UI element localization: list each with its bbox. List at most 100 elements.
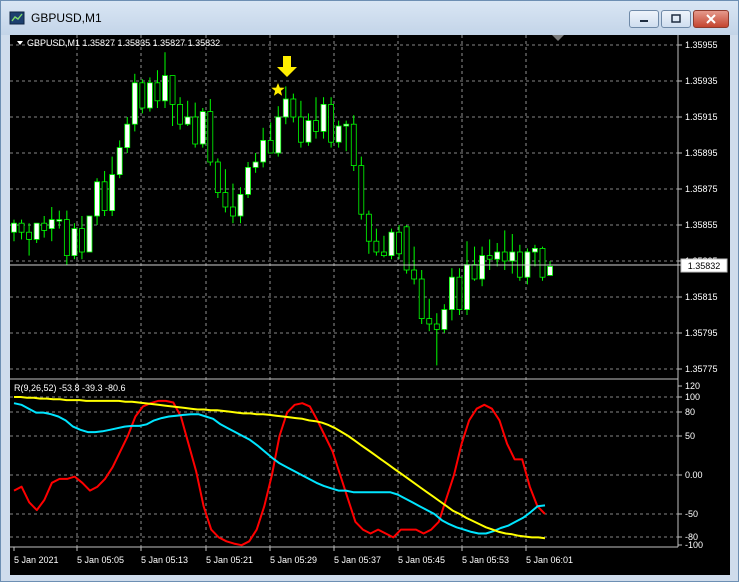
- candle: [290, 93, 297, 123]
- chart-area[interactable]: 1.35955 1.35935 1.35915 1.35895 1.35875 1.358…: [10, 35, 730, 575]
- price-label: 1.35895: [685, 148, 718, 158]
- current-price-label: 1.35832: [688, 261, 721, 271]
- candle-body: [403, 226, 410, 271]
- candle-body: [494, 251, 501, 260]
- candle: [86, 215, 93, 253]
- candle-body: [448, 276, 455, 310]
- candle: [207, 99, 214, 166]
- candle: [116, 140, 123, 179]
- indicator-series-line: [14, 396, 546, 540]
- time-axis: 5 Jan 2021 5 Jan 05:05 5 Jan 05:13 5 Jan 05…: [13, 547, 573, 565]
- candle-body: [154, 82, 161, 102]
- candle-body: [18, 222, 25, 233]
- chart-header: GBPUSD,M1 1.35827 1.35835 1.35827 1.3583…: [27, 38, 220, 48]
- chart-shift-handle[interactable]: [552, 35, 564, 41]
- terminal-window: GBPUSD,M1 1.35955 1.35935 1.35915 1.35895 1.…: [0, 0, 739, 582]
- candle: [418, 270, 425, 324]
- candle-body: [411, 269, 418, 280]
- candle-body: [426, 318, 433, 325]
- candle-body: [222, 192, 229, 208]
- candle: [343, 120, 350, 152]
- candle: [305, 113, 312, 146]
- candle-body: [184, 116, 191, 125]
- indicator-label: 100: [685, 392, 700, 402]
- candle-body: [109, 174, 116, 212]
- indicator-label: 0.00: [685, 470, 703, 480]
- candle: [131, 73, 138, 132]
- price-label: 1.35875: [685, 184, 718, 194]
- candle-body: [124, 123, 131, 148]
- candle-body: [290, 98, 297, 118]
- indicator-grid: [10, 396, 678, 538]
- candle-body: [358, 165, 365, 215]
- candle: [433, 313, 440, 366]
- candle: [124, 117, 131, 153]
- candle-body: [433, 323, 440, 330]
- candle-body: [48, 219, 55, 230]
- candle: [501, 230, 508, 270]
- chart-canvas[interactable]: 1.35955 1.35935 1.35915 1.35895 1.35875 1.358…: [10, 35, 730, 575]
- indicator-label: 50: [685, 431, 695, 441]
- candle-body: [207, 111, 214, 163]
- time-label: 5 Jan 05:37: [334, 555, 381, 565]
- candle: [214, 158, 221, 198]
- candle-body: [199, 111, 206, 145]
- indicator-label: -50: [685, 509, 698, 519]
- candle: [471, 246, 478, 281]
- candle-body: [313, 120, 319, 132]
- candle-body: [162, 75, 168, 102]
- candle: [41, 216, 48, 238]
- candle: [154, 70, 161, 108]
- candle: [169, 75, 176, 126]
- title-bar[interactable]: GBPUSD,M1: [1, 1, 738, 35]
- candle-body: [275, 116, 282, 154]
- close-button[interactable]: [693, 10, 729, 28]
- candle: [426, 298, 433, 332]
- indicator-label: 80: [685, 407, 695, 417]
- candle: [267, 122, 274, 154]
- candle-body: [335, 125, 342, 143]
- minimize-button[interactable]: [629, 10, 659, 28]
- candle: [373, 228, 380, 256]
- candle-body: [486, 255, 493, 260]
- candle: [245, 162, 251, 198]
- star-icon: [271, 83, 285, 96]
- candle: [177, 97, 184, 130]
- candle-body: [396, 231, 402, 255]
- indicator-header: R(9,26,52) -53.8 -39.3 -80.6: [14, 383, 126, 393]
- candle-body: [177, 104, 184, 125]
- indicator-series-line: [13, 402, 546, 535]
- indicator-lines: [13, 396, 546, 547]
- price-label: 1.35915: [685, 112, 718, 122]
- time-label: 5 Jan 05:45: [398, 555, 445, 565]
- dropdown-triangle-icon[interactable]: [17, 41, 23, 45]
- candle: [56, 210, 63, 229]
- candle: [109, 156, 116, 216]
- price-label: 1.35795: [685, 328, 718, 338]
- candle: [230, 183, 236, 224]
- maximize-button[interactable]: [661, 10, 691, 28]
- candle-body: [381, 251, 387, 256]
- time-label: 5 Jan 05:29: [270, 555, 317, 565]
- candle: [388, 228, 395, 260]
- candle: [71, 223, 78, 260]
- candle: [11, 219, 17, 242]
- candle: [313, 97, 319, 139]
- candle-body: [101, 181, 108, 212]
- candle: [260, 127, 267, 168]
- candle: [237, 187, 244, 224]
- candle-body: [282, 98, 289, 118]
- price-label: 1.35775: [685, 364, 718, 374]
- candle: [199, 108, 206, 148]
- candle: [162, 52, 168, 108]
- candle-body: [418, 278, 425, 319]
- arrow-down-icon: [277, 56, 297, 77]
- candle-body: [328, 104, 335, 143]
- candle: [297, 100, 304, 148]
- candle-body: [532, 247, 538, 253]
- candle: [26, 223, 33, 256]
- time-label: 5 Jan 05:05: [77, 555, 124, 565]
- candle: [139, 79, 146, 114]
- candle: [464, 241, 470, 315]
- minimize-icon: [640, 20, 648, 22]
